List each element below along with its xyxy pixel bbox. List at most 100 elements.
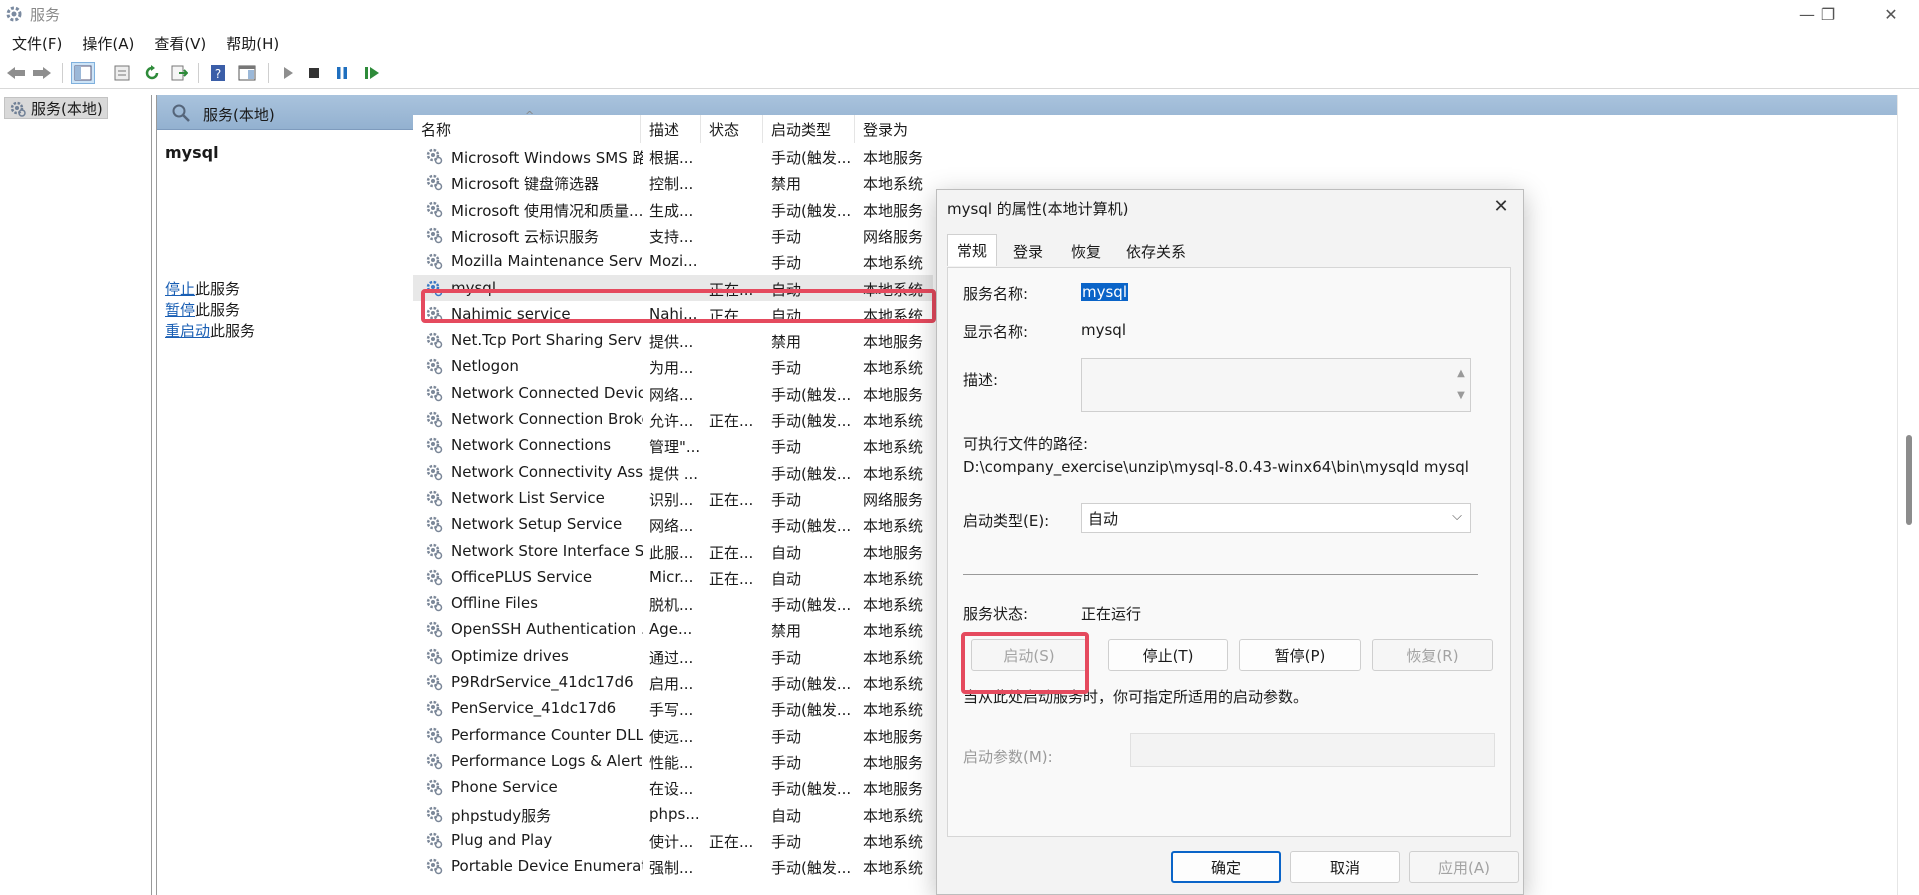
restart-service-icon[interactable]: [360, 62, 384, 84]
table-row[interactable]: OfficePLUS Service Micr... 正在... 自动 本地系统: [413, 564, 933, 590]
table-row[interactable]: Microsoft 云标识服务 支持... 手动 网络服务: [413, 222, 933, 248]
pause-service-icon[interactable]: [330, 62, 354, 84]
refresh-icon[interactable]: [140, 62, 164, 84]
cell-startup: 自动: [771, 806, 802, 825]
service-gear-icon: [426, 858, 443, 875]
service-gear-icon: [426, 569, 443, 586]
table-row[interactable]: Plug and Play 使计... 正在... 手动 本地系统: [413, 827, 933, 853]
table-row[interactable]: PenService_41dc17d6 手写... 手动(触发... 本地系统: [413, 695, 933, 721]
executable-path-value[interactable]: D:\company_exercise\unzip\mysql-8.0.43-w…: [963, 458, 1469, 476]
table-row[interactable]: Network Store Interface Se... 此服... 正在... 自…: [413, 538, 933, 564]
column-header-status[interactable]: 状态: [701, 115, 763, 143]
help-icon[interactable]: ?: [206, 62, 230, 84]
display-name-value[interactable]: mysql: [1081, 321, 1126, 339]
table-row[interactable]: phpstudy服务 phps... 自动 本地系统: [413, 801, 933, 827]
pause-service-link[interactable]: 暂停: [165, 301, 195, 319]
service-gear-icon: [426, 438, 443, 454]
table-row[interactable]: Mozilla Maintenance Service Mozi... 手动 本地系统: [413, 248, 933, 274]
restore-button[interactable]: ❐: [1800, 0, 1856, 28]
table-row[interactable]: P9RdrService_41dc17d6 启用... 手动(触发... 本地系统: [413, 669, 933, 695]
description-textarea[interactable]: ▲ ▼: [1081, 358, 1471, 412]
cell-name: Portable Device Enumerat...: [451, 857, 643, 876]
executable-path-label: 可执行文件的路径:: [963, 435, 1089, 453]
cell-startup: 手动: [771, 727, 802, 746]
pane-header-title: 服务(本地): [203, 106, 275, 124]
cell-startup: 手动(触发...: [771, 412, 852, 430]
tab-logon[interactable]: 登录: [999, 236, 1057, 266]
stop-service-link[interactable]: 停止: [165, 280, 195, 298]
column-header-name[interactable]: 名称 ^: [413, 109, 641, 143]
column-header-description[interactable]: 描述: [641, 115, 701, 143]
table-row[interactable]: Microsoft 键盘筛选器 控制... 禁用 本地系统: [413, 169, 933, 195]
properties-sheet-icon[interactable]: [110, 62, 134, 84]
table-row[interactable]: OpenSSH Authentication ... Age... 禁用 本地系统: [413, 616, 933, 642]
table-row[interactable]: Microsoft Windows SMS 路... 根据... 手动(触发... 本…: [413, 143, 933, 169]
scroll-down-icon[interactable]: ▼: [1454, 385, 1468, 407]
table-row[interactable]: Network List Service 识别... 正在... 手动 网络服务: [413, 485, 933, 511]
ok-button[interactable]: 确定: [1171, 851, 1281, 883]
start-params-label: 启动参数(M):: [963, 748, 1053, 766]
stop-service-icon[interactable]: [302, 62, 326, 84]
tab-recovery[interactable]: 恢复: [1059, 236, 1113, 266]
cell-name: Plug and Play: [451, 830, 553, 849]
dialog-close-icon[interactable]: ✕: [1489, 196, 1513, 217]
back-arrow-icon[interactable]: [4, 62, 28, 84]
menu-help[interactable]: 帮助(H): [226, 33, 279, 54]
cancel-button[interactable]: 取消: [1290, 851, 1400, 883]
cell-logon: 本地系统: [863, 859, 924, 878]
tree-item-services-local[interactable]: 服务(本地): [4, 97, 108, 119]
forward-arrow-icon[interactable]: [30, 62, 54, 84]
start-params-input[interactable]: [1130, 733, 1495, 767]
table-row[interactable]: Performance Logs & Alerts 性能... 手动 本地服务: [413, 748, 933, 774]
table-row[interactable]: Phone Service 在设... 手动(触发... 本地服务: [413, 774, 933, 800]
startup-type-select[interactable]: 自动 ⌵: [1081, 503, 1471, 533]
table-row[interactable]: Network Connectivity Assis... 提供 ... 手动(触发…: [413, 459, 933, 485]
table-row[interactable]: Portable Device Enumerat... 强制... 手动(触发...…: [413, 853, 933, 879]
cell-logon: 网络服务: [863, 490, 924, 509]
cell-startup: 手动: [771, 438, 802, 457]
menu-action[interactable]: 操作(A): [82, 33, 134, 54]
scrollbar-thumb[interactable]: [1906, 435, 1912, 525]
table-row[interactable]: Netlogon 为用... 手动 本地系统: [413, 353, 933, 379]
table-row[interactable]: Offline Files 脱机... 手动(触发... 本地系统: [413, 590, 933, 616]
service-name-value[interactable]: mysql: [1081, 283, 1128, 301]
stop-button[interactable]: 停止(T): [1108, 639, 1228, 671]
menu-view[interactable]: 查看(V): [154, 33, 206, 54]
cell-startup: 手动: [771, 832, 802, 851]
action-pane-icon[interactable]: [235, 62, 259, 84]
display-name-label: 显示名称:: [963, 323, 1029, 341]
apply-button[interactable]: 应用(A): [1409, 851, 1519, 883]
cell-startup: 手动(触发...: [771, 596, 852, 615]
table-row[interactable]: Optimize drives 通过... 手动 本地系统: [413, 643, 933, 669]
tab-dependencies[interactable]: 依存关系: [1115, 236, 1197, 266]
cell-desc: phps...: [649, 804, 700, 823]
table-row[interactable]: Network Connection Broker 允许... 正在... 手动(触发…: [413, 406, 933, 432]
scroll-up-icon[interactable]: ▲: [1454, 363, 1468, 385]
show-hide-console-tree-icon[interactable]: [71, 62, 95, 84]
table-row[interactable]: Net.Tcp Port Sharing Service 提供... 禁用 本地服务: [413, 327, 933, 353]
table-row[interactable]: Microsoft 使用情况和质量... 生成... 手动(触发... 本地服务: [413, 196, 933, 222]
start-service-icon[interactable]: [276, 62, 300, 84]
table-row[interactable]: Network Connections 管理"... 手动 本地系统: [413, 432, 933, 458]
resume-button[interactable]: 恢复(R): [1372, 639, 1493, 671]
cell-desc: 根据...: [649, 149, 694, 167]
column-header-startup-type[interactable]: 启动类型: [763, 115, 855, 143]
pause-button[interactable]: 暂停(P): [1239, 639, 1361, 671]
service-gear-icon: [426, 543, 443, 559]
cell-logon: 本地系统: [863, 832, 924, 851]
restart-service-link[interactable]: 重启动: [165, 322, 210, 340]
table-row[interactable]: Performance Counter DLL ... 使远... 手动 本地服务: [413, 722, 933, 748]
table-row[interactable]: Network Connected Devic... 网络... 手动(触发... 本…: [413, 380, 933, 406]
menu-file[interactable]: 文件(F): [12, 33, 62, 54]
cell-name: Offline Files: [451, 594, 538, 613]
cell-desc: 控制...: [649, 175, 694, 194]
export-list-icon[interactable]: [167, 62, 191, 84]
close-window-button[interactable]: ✕: [1863, 0, 1919, 28]
textarea-scrollbar[interactable]: ▲ ▼: [1454, 363, 1468, 407]
column-header-logon-as[interactable]: 登录为: [855, 115, 933, 143]
cell-name: Optimize drives: [451, 646, 569, 665]
vertical-scrollbar[interactable]: [1897, 95, 1919, 895]
tab-general[interactable]: 常规: [947, 234, 997, 266]
cell-name: Net.Tcp Port Sharing Service: [451, 331, 643, 350]
table-row[interactable]: Network Setup Service 网络... 手动(触发... 本地系统: [413, 511, 933, 537]
